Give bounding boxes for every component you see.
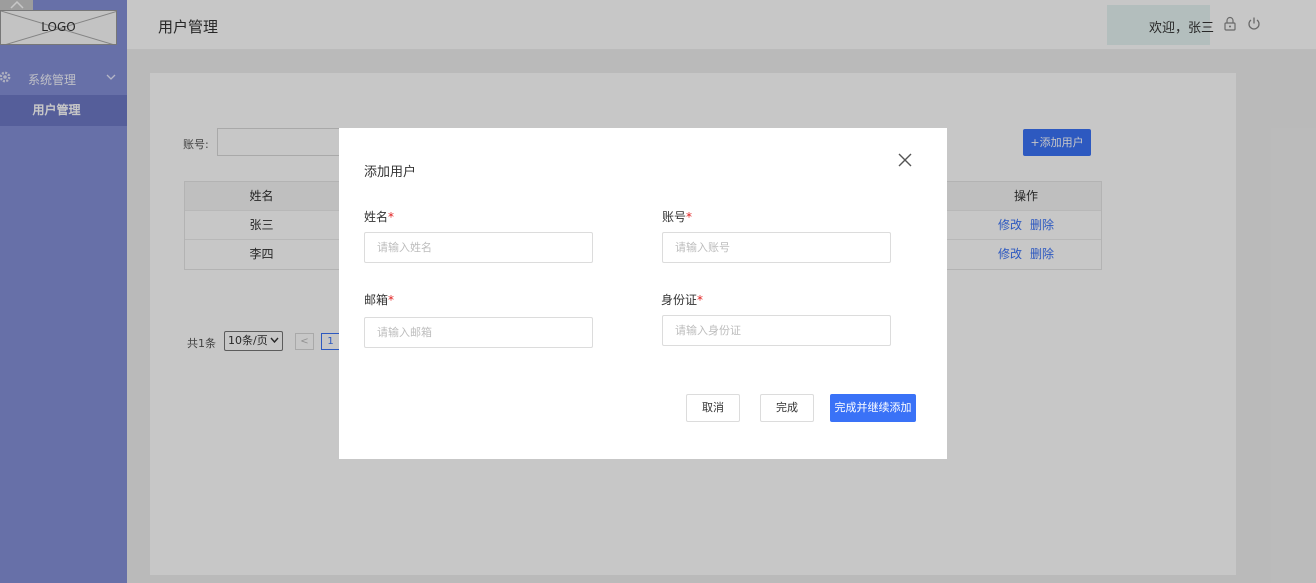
required-mark: *: [388, 293, 395, 307]
name-field[interactable]: [364, 232, 593, 263]
dialog-title: 添加用户: [364, 165, 417, 180]
required-mark: *: [686, 210, 693, 224]
add-user-dialog: 添加用户 姓名* 账号* 邮箱* 身份证* 取消 完成 完成并继续添加: [339, 128, 947, 459]
close-icon[interactable]: [898, 153, 912, 167]
email-field-label: 邮箱*: [364, 293, 395, 307]
done-and-continue-button[interactable]: 完成并继续添加: [830, 394, 916, 422]
cancel-button[interactable]: 取消: [686, 394, 740, 422]
account-field-label: 账号*: [662, 210, 693, 224]
idcard-field[interactable]: [662, 315, 891, 346]
email-field[interactable]: [364, 317, 593, 348]
name-field-label: 姓名*: [364, 210, 395, 224]
idcard-field-label: 身份证*: [661, 293, 704, 307]
required-mark: *: [697, 293, 704, 307]
account-field[interactable]: [662, 232, 891, 263]
done-button[interactable]: 完成: [760, 394, 814, 422]
required-mark: *: [388, 210, 395, 224]
